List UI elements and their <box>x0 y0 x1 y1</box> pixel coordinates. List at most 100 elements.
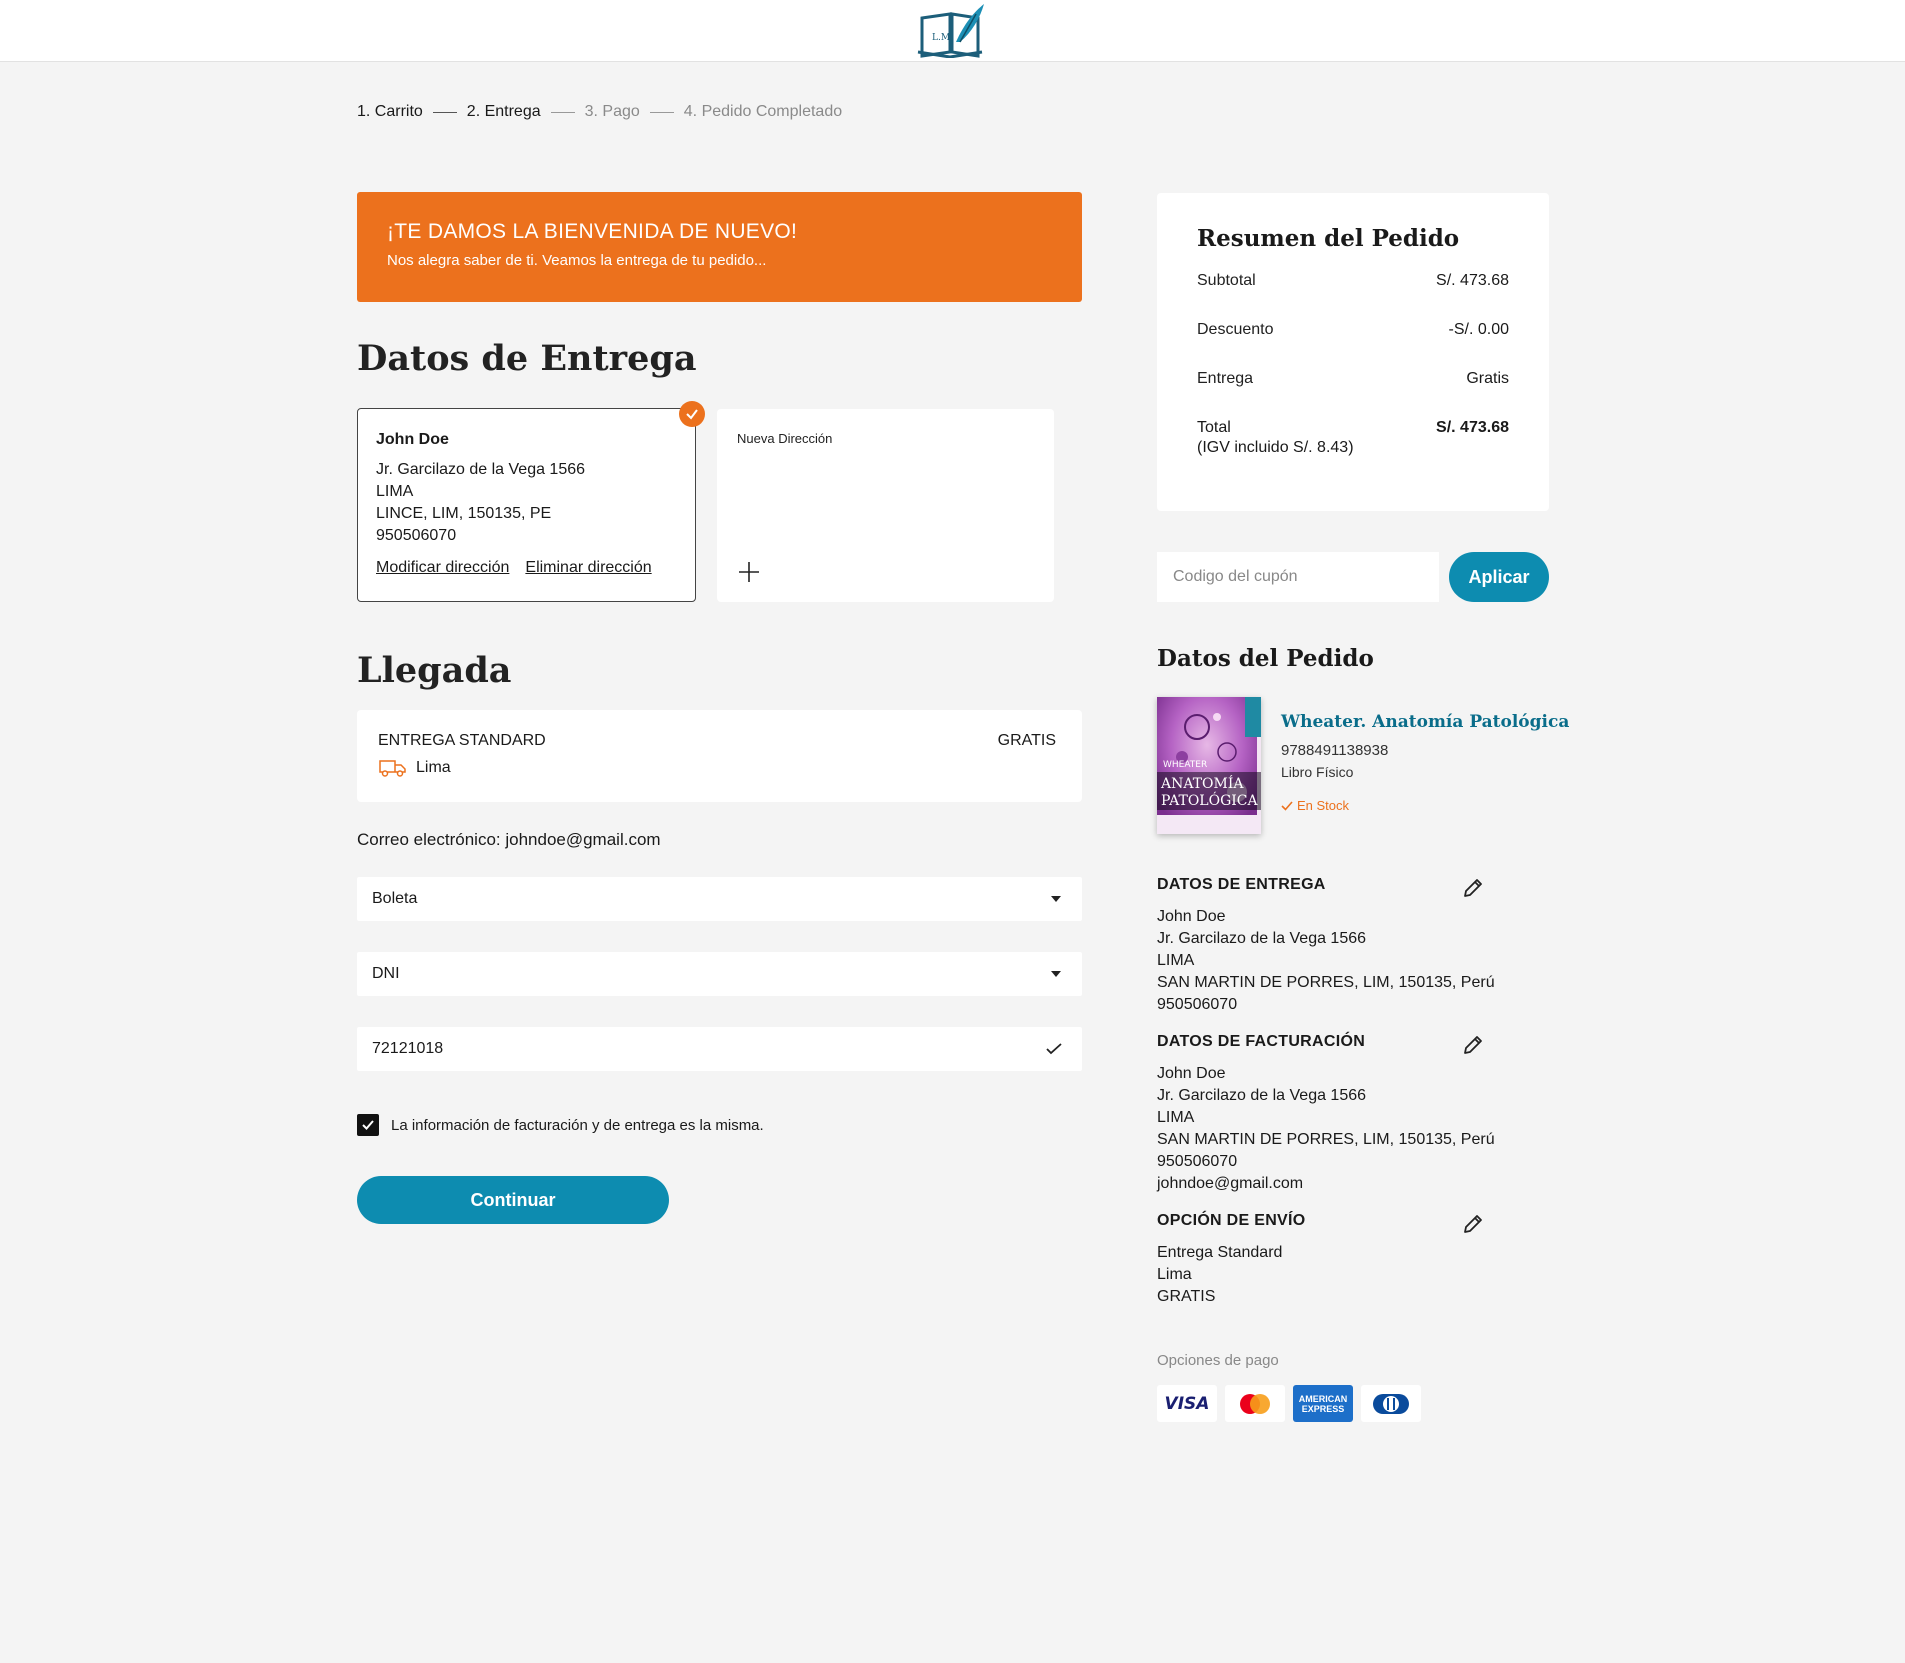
summary-title: Resumen del Pedido <box>1197 225 1460 252</box>
amex-icon: AMERICAN EXPRESS <box>1293 1385 1353 1422</box>
welcome-subtitle: Nos alegra saber de ti. Veamos la entreg… <box>387 252 767 269</box>
order-heading: Datos del Pedido <box>1157 645 1374 672</box>
apply-coupon-button[interactable]: Aplicar <box>1449 552 1549 602</box>
book-title-link[interactable]: Wheater. Anatomía Patológica <box>1281 712 1569 732</box>
new-address-card[interactable]: Nueva Dirección <box>717 409 1054 602</box>
amex-label: EXPRESS <box>1301 1403 1345 1414</box>
delivery-info-line: LIMA <box>1157 952 1195 969</box>
welcome-banner: ¡TE DAMOS LA BIENVENIDA DE NUEVO! Nos al… <box>357 192 1082 302</box>
billing-info-line: SAN MARTIN DE PORRES, LIM, 150135, Perú <box>1157 1131 1495 1148</box>
address-line: LIMA <box>376 483 414 500</box>
id-type-select[interactable]: DNI <box>357 952 1082 996</box>
book-cover-image[interactable]: WHEATER ANATOMÍA PATOLÓGICA <box>1157 697 1261 834</box>
valid-check-icon <box>1046 1043 1062 1055</box>
cover-title-text: PATOLÓGICA <box>1161 791 1258 809</box>
id-number-input[interactable]: 72121018 <box>357 1027 1082 1071</box>
billing-info-line: John Doe <box>1157 1065 1226 1082</box>
arrival-heading: Llegada <box>357 650 512 691</box>
coupon-input[interactable] <box>1157 552 1439 602</box>
pencil-edit-icon[interactable] <box>1461 1033 1485 1057</box>
plus-icon <box>739 562 759 582</box>
book-isbn: 9788491138938 <box>1281 742 1389 759</box>
billing-info-line: 950506070 <box>1157 1153 1238 1170</box>
pencil-edit-icon[interactable] <box>1461 1212 1485 1236</box>
order-summary: Resumen del Pedido Subtotal S/. 473.68 D… <box>1157 193 1549 511</box>
subtotal-value: S/. 473.68 <box>1436 272 1509 289</box>
delivery-info-block: DATOS DE ENTREGA John Doe Jr. Garcilazo … <box>1157 876 1517 1016</box>
book-format: Libro Físico <box>1281 764 1354 780</box>
address-name: John Doe <box>376 431 449 448</box>
svg-text:L.M: L.M <box>932 33 950 43</box>
id-number-value: 72121018 <box>372 1040 444 1057</box>
shipping-info-block: OPCIÓN DE ENVÍO Entrega Standard Lima GR… <box>1157 1212 1517 1308</box>
step-payment: 3. Pago <box>584 103 640 120</box>
total-label: Total <box>1197 419 1231 436</box>
shipping-option-price: GRATIS <box>997 732 1056 749</box>
checkout-steps: 1. Carrito 2. Entrega 3. Pago 4. Pedido … <box>357 103 842 121</box>
delivery-info-line: SAN MARTIN DE PORRES, LIM, 150135, Perú <box>1157 974 1495 991</box>
pencil-edit-icon[interactable] <box>1461 876 1485 900</box>
id-type-value: DNI <box>372 965 400 982</box>
selected-check-icon <box>679 401 705 427</box>
same-info-checkbox[interactable] <box>357 1114 379 1136</box>
selected-address-card[interactable]: John Doe Jr. Garcilazo de la Vega 1566 L… <box>357 408 696 602</box>
visa-icon: VISA <box>1157 1385 1217 1422</box>
email-line: Correo electrónico: johndoe@gmail.com <box>357 830 661 849</box>
delivery-heading: Datos de Entrega <box>357 338 697 379</box>
step-completed: 4. Pedido Completado <box>683 103 843 120</box>
subtotal-label: Subtotal <box>1197 272 1256 289</box>
same-info-row: La información de facturación y de entre… <box>357 1114 764 1136</box>
step-cart[interactable]: 1. Carrito <box>357 103 423 121</box>
payment-methods: VISA AMERICAN EXPRESS <box>1157 1385 1421 1422</box>
billing-info-line: LIMA <box>1157 1109 1195 1126</box>
book-quill-logo-icon[interactable]: L.M <box>916 2 986 58</box>
shipping-info-line: Lima <box>1157 1266 1192 1283</box>
address-phone: 950506070 <box>376 527 457 544</box>
billing-info-line: Jr. Garcilazo de la Vega 1566 <box>1157 1087 1367 1104</box>
continue-button[interactable]: Continuar <box>357 1176 669 1224</box>
billing-info-line: johndoe@gmail.com <box>1157 1175 1304 1192</box>
billing-info-block: DATOS DE FACTURACIÓN John Doe Jr. Garcil… <box>1157 1033 1517 1195</box>
shipping-option-title: ENTREGA STANDARD <box>378 732 546 749</box>
tax-note: (IGV incluido S/. 8.43) <box>1197 439 1354 456</box>
stock-status: En Stock <box>1281 798 1349 813</box>
address-line: LINCE, LIM, 150135, PE <box>376 505 552 522</box>
top-bar: L.M <box>0 0 1905 62</box>
document-type-select[interactable]: Boleta <box>357 877 1082 921</box>
edit-address-link[interactable]: Modificar dirección <box>376 559 509 577</box>
address-line: Jr. Garcilazo de la Vega 1566 <box>376 461 586 478</box>
discount-label: Descuento <box>1197 321 1274 338</box>
step-separator <box>432 111 457 113</box>
delivery-info-line: Jr. Garcilazo de la Vega 1566 <box>1157 930 1367 947</box>
delivery-info-line: John Doe <box>1157 908 1226 925</box>
delivery-truck-icon <box>379 760 406 777</box>
shipping-label: Entrega <box>1197 370 1254 387</box>
welcome-title: ¡TE DAMOS LA BIENVENIDA DE NUEVO! <box>387 220 798 243</box>
stock-label: En Stock <box>1297 798 1350 813</box>
document-type-value: Boleta <box>372 890 418 907</box>
discount-value: -S/. 0.00 <box>1448 321 1509 338</box>
payment-options-label: Opciones de pago <box>1157 1352 1279 1369</box>
shipping-option-city: Lima <box>416 759 451 776</box>
caret-down-icon <box>1051 971 1061 977</box>
shipping-option[interactable]: ENTREGA STANDARD Lima GRATIS <box>357 710 1082 802</box>
cover-publisher-text: WHEATER <box>1163 760 1207 770</box>
delivery-info-line: 950506070 <box>1157 996 1238 1013</box>
shipping-info-line: Entrega Standard <box>1157 1244 1283 1261</box>
cover-title-text: ANATOMÍA <box>1160 774 1244 792</box>
new-address-label: Nueva Dirección <box>737 431 833 446</box>
diners-club-icon <box>1361 1385 1421 1422</box>
shipping-info-line: GRATIS <box>1157 1288 1216 1305</box>
step-separator <box>550 111 575 113</box>
mastercard-icon <box>1225 1385 1285 1422</box>
same-info-label: La información de facturación y de entre… <box>391 1116 764 1134</box>
shipping-value: Gratis <box>1466 370 1509 387</box>
step-delivery[interactable]: 2. Entrega <box>467 103 541 121</box>
total-value: S/. 473.68 <box>1436 419 1509 436</box>
caret-down-icon <box>1051 896 1061 902</box>
amex-label: AMERICAN <box>1298 1393 1348 1404</box>
step-separator <box>649 111 674 113</box>
check-icon <box>1281 800 1293 811</box>
visa-label: VISA <box>1164 1393 1210 1414</box>
delete-address-link[interactable]: Eliminar dirección <box>525 559 651 577</box>
